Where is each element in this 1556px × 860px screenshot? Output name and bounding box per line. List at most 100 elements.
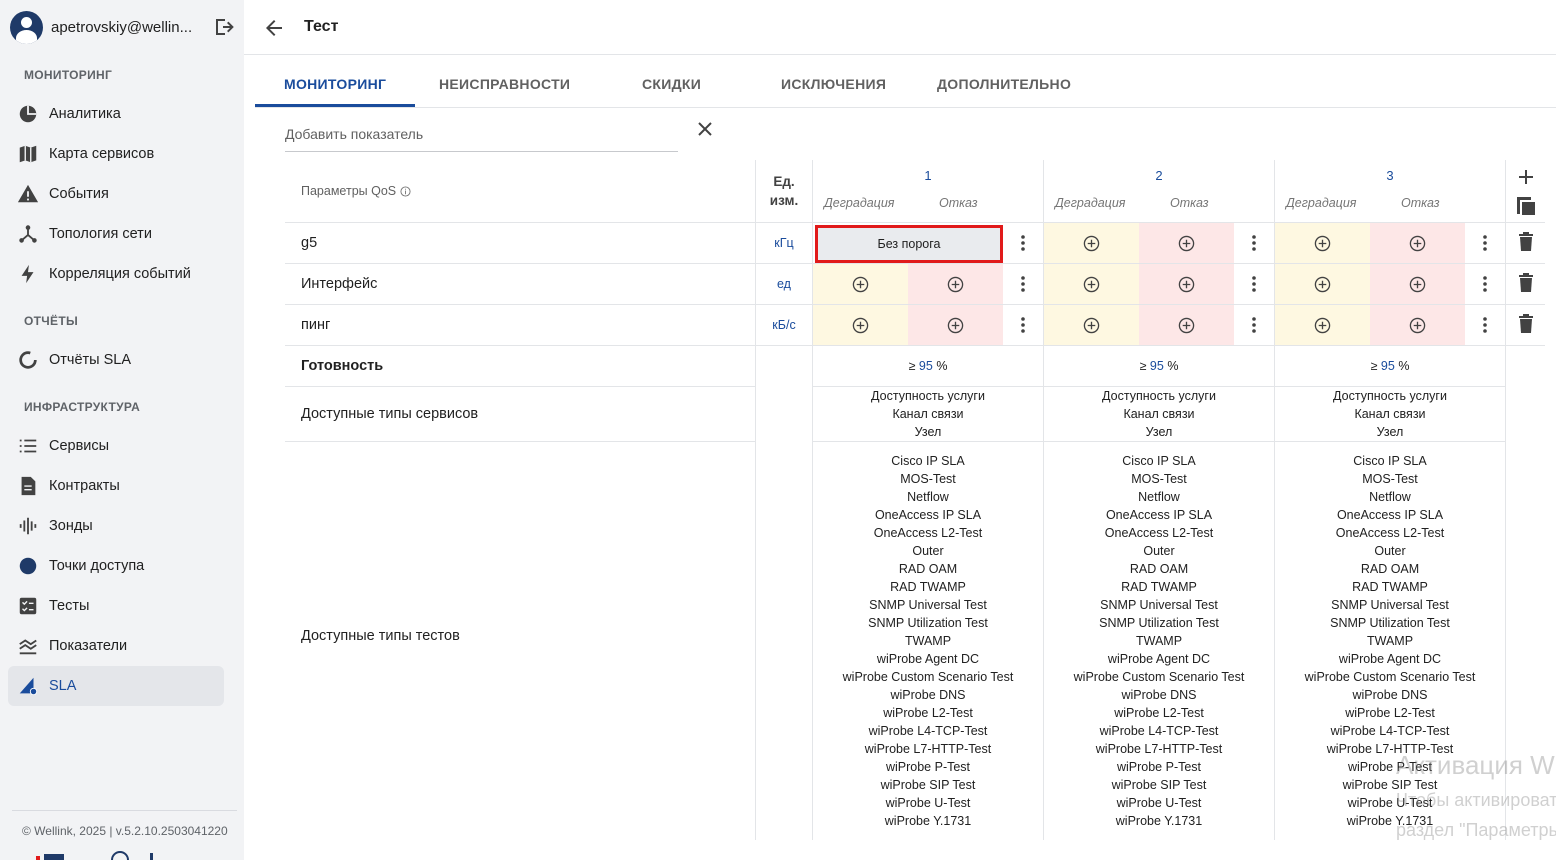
sidebar-item-list[interactable]: Сервисы — [8, 426, 224, 466]
sidebar-item-sla[interactable]: SLA — [8, 666, 224, 706]
more-vert-icon[interactable] — [1017, 315, 1029, 335]
degradation-cell[interactable] — [813, 305, 908, 345]
tab-faults[interactable]: НЕИСПРАВНОСТИ — [439, 76, 570, 92]
copy-icon[interactable] — [1515, 195, 1537, 217]
add-threshold-icon[interactable] — [1083, 317, 1100, 334]
degradation-cell[interactable] — [1044, 223, 1139, 263]
sidebar: apetrovskiy@wellin... МОНИТОРИНГ Аналитик… — [0, 0, 244, 860]
sidebar-item-label: Точки доступа — [49, 558, 145, 574]
test-type-item: OneAccess L2-Test — [1104, 526, 1214, 540]
service-type-item: Канал связи — [1354, 407, 1426, 421]
add-threshold-icon[interactable] — [852, 276, 869, 293]
sidebar-item-bolt[interactable]: Корреляция событий — [8, 254, 224, 294]
degradation-cell[interactable] — [1275, 305, 1370, 345]
add-threshold-icon[interactable] — [1409, 276, 1426, 293]
more-vert-icon[interactable] — [1017, 274, 1029, 294]
add-threshold-icon[interactable] — [1178, 276, 1195, 293]
sidebar-item-label: Тесты — [49, 598, 90, 614]
degradation-cell[interactable] — [1044, 305, 1139, 345]
delete-icon[interactable] — [1518, 273, 1534, 293]
service-type-item: Узел — [1376, 425, 1404, 439]
add-threshold-icon[interactable] — [1083, 276, 1100, 293]
add-threshold-icon[interactable] — [1178, 235, 1195, 252]
test-type-item: SNMP Universal Test — [1331, 598, 1449, 612]
test-type-item: wiProbe U-Test — [885, 796, 971, 810]
add-threshold-icon[interactable] — [1178, 317, 1195, 334]
sidebar-item-document[interactable]: Контракты — [8, 466, 224, 506]
delete-icon[interactable] — [1518, 232, 1534, 252]
tab-discounts[interactable]: СКИДКИ — [642, 76, 701, 92]
grid-line — [1505, 160, 1506, 840]
sidebar-item-chart-lines[interactable]: Показатели — [8, 626, 224, 666]
add-threshold-icon[interactable] — [1083, 235, 1100, 252]
sidebar-item-topology[interactable]: Топология сети — [8, 214, 224, 254]
test-type-item: wiProbe L7-HTTP-Test — [1095, 742, 1223, 756]
more-vert-icon[interactable] — [1479, 274, 1491, 294]
more-vert-icon[interactable] — [1248, 315, 1260, 335]
service-type-item: Узел — [914, 425, 942, 439]
add-column-icon[interactable] — [1516, 167, 1536, 187]
copyright: © Wellink, 2025 | v.5.2.10.2503041220 — [22, 824, 228, 838]
no-threshold-cell[interactable]: Без порога — [815, 225, 1003, 263]
add-threshold-icon[interactable] — [947, 276, 964, 293]
close-icon[interactable] — [694, 118, 716, 140]
user-profile[interactable]: apetrovskiy@wellin... — [10, 10, 238, 44]
back-arrow-icon[interactable] — [262, 16, 286, 40]
add-threshold-icon[interactable] — [947, 317, 964, 334]
add-threshold-icon[interactable] — [1314, 276, 1331, 293]
readiness-value[interactable]: ≥ 95 % — [1275, 359, 1505, 373]
failure-cell[interactable] — [1370, 305, 1465, 345]
sidebar-item-map[interactable]: Карта сервисов — [8, 134, 224, 174]
more-vert-icon[interactable] — [1248, 233, 1260, 253]
more-vert-icon[interactable] — [1248, 274, 1260, 294]
sidebar-item-circle[interactable]: Точки доступа — [8, 546, 224, 586]
test-type-item: wiProbe DNS — [1121, 688, 1197, 702]
readiness-value[interactable]: ≥ 95 % — [813, 359, 1043, 373]
test-type-item: SNMP Utilization Test — [1330, 616, 1450, 630]
row-unit: кБ/с — [772, 318, 796, 332]
add-indicator-input[interactable]: Добавить показатель — [285, 126, 423, 142]
add-threshold-icon[interactable] — [1409, 317, 1426, 334]
tab-exclusions[interactable]: ИСКЛЮЧЕНИЯ — [781, 76, 886, 92]
failure-cell[interactable] — [1370, 223, 1465, 263]
unit-header: Ед. изм. — [758, 172, 810, 210]
sidebar-item-progress-ring[interactable]: Отчёты SLA — [8, 340, 224, 380]
more-vert-icon[interactable] — [1479, 233, 1491, 253]
sidebar-item-label: Топология сети — [49, 226, 152, 242]
test-type-item: SNMP Utilization Test — [1099, 616, 1219, 630]
unit-header-line1: Ед. — [773, 174, 795, 189]
readiness-prefix: ≥ — [908, 359, 916, 373]
sidebar-item-warning[interactable]: События — [8, 174, 224, 214]
tab-additional[interactable]: ДОПОЛНИТЕЛЬНО — [937, 76, 1071, 92]
sidebar-item-label: События — [49, 186, 109, 202]
sidebar-item-checklist[interactable]: Тесты — [8, 586, 224, 626]
sidebar-item-pie-chart[interactable]: Аналитика — [8, 94, 224, 134]
failure-cell[interactable] — [1139, 223, 1234, 263]
more-vert-icon[interactable] — [1017, 233, 1029, 253]
more-vert-icon[interactable] — [1479, 315, 1491, 335]
readiness-value[interactable]: ≥ 95 % — [1044, 359, 1274, 373]
degradation-cell[interactable] — [1044, 264, 1139, 304]
circle-icon — [16, 554, 40, 578]
failure-cell[interactable] — [908, 305, 1003, 345]
failure-cell[interactable] — [908, 264, 1003, 304]
logout-icon[interactable] — [212, 15, 236, 39]
failure-cell[interactable] — [1370, 264, 1465, 304]
sidebar-item-label: Зонды — [49, 518, 93, 534]
failure-cell[interactable] — [1139, 305, 1234, 345]
failure-cell[interactable] — [1139, 264, 1234, 304]
delete-icon[interactable] — [1518, 314, 1534, 334]
degradation-cell[interactable] — [813, 264, 908, 304]
degradation-header: Деградация — [1286, 196, 1357, 210]
add-threshold-icon[interactable] — [1409, 235, 1426, 252]
degradation-cell[interactable] — [1275, 264, 1370, 304]
add-threshold-icon[interactable] — [1314, 317, 1331, 334]
readiness-label: Готовность — [301, 358, 384, 374]
test-types-list: Cisco IP SLA MOS-Test Netflow OneAccess IP … — [813, 452, 1043, 830]
add-threshold-icon[interactable] — [1314, 235, 1331, 252]
degradation-cell[interactable] — [1275, 223, 1370, 263]
tab-monitoring[interactable]: МОНИТОРИНГ — [284, 76, 386, 92]
add-threshold-icon[interactable] — [852, 317, 869, 334]
info-icon[interactable] — [400, 185, 411, 197]
sidebar-item-waveform[interactable]: Зонды — [8, 506, 224, 546]
